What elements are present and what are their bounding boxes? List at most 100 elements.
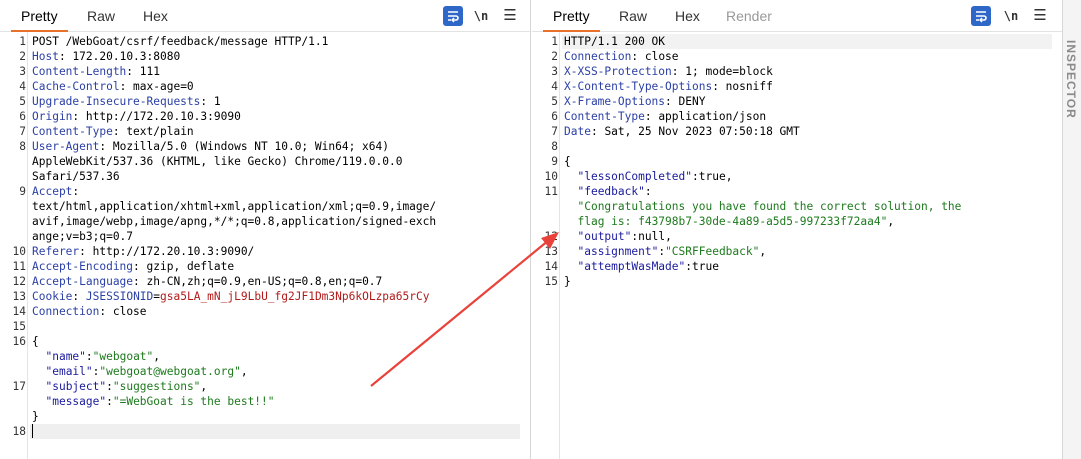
header-separator: : [79, 245, 86, 258]
header-name: Connection [564, 50, 632, 63]
json-key: "lessonCompleted" [577, 170, 692, 183]
json-colon: : [692, 170, 699, 183]
hamburger-menu-icon[interactable]: ☰ [502, 6, 518, 26]
header-name: Content-Type [32, 125, 113, 138]
json-key: "feedback" [577, 185, 645, 198]
json-literal: true [692, 260, 719, 273]
header-value: nosniff [718, 80, 773, 93]
code-line: "output":null, [564, 229, 1052, 244]
tab-raw[interactable]: Raw [77, 0, 125, 32]
code-line: Connection: close [564, 49, 1052, 64]
header-name: Origin [32, 110, 73, 123]
newline-toggle-button[interactable]: \n [1002, 6, 1020, 26]
json-string: "CSRFFeedback" [665, 245, 760, 258]
code-line: "lessonCompleted":true, [564, 169, 1052, 184]
code-line: X-Frame-Options: DENY [564, 94, 1052, 109]
line-number: 1 [19, 35, 26, 48]
code-line: Content-Type: application/json [564, 109, 1052, 124]
header-value: Sat, 25 Nov 2023 07:50:18 GMT [597, 125, 800, 138]
line-number: 11 [12, 260, 26, 273]
header-separator: : [133, 260, 140, 273]
json-comma: , [725, 170, 733, 183]
json-colon: : [85, 350, 93, 363]
cookie-name: JSESSIONID [85, 290, 154, 303]
code-line: Connection: close [32, 304, 520, 319]
line-number: 12 [12, 275, 26, 288]
header-separator: : [72, 185, 80, 198]
code-line: Referer: http://172.20.10.3:9090/ [32, 244, 520, 259]
code-line: X-Content-Type-Options: nosniff [564, 79, 1052, 94]
json-key: "name" [45, 350, 86, 363]
line-number: 6 [19, 110, 26, 123]
line-number: 8 [19, 140, 26, 153]
line-text: ange;v=b3;q=0.7 [32, 230, 134, 243]
header-value: 1; mode=block [678, 65, 773, 78]
wrap-lines-icon[interactable] [443, 6, 463, 26]
header-separator: : [644, 110, 652, 123]
line-number: 4 [19, 80, 26, 93]
line-number: 10 [544, 170, 558, 183]
wrap-lines-icon[interactable] [971, 6, 991, 26]
header-value: 172.20.10.3:8080 [65, 50, 181, 63]
line-text: Safari/537.36 [32, 170, 120, 183]
line-number: 2 [19, 50, 26, 63]
header-value: close [638, 50, 679, 63]
code-line: Cache-Control: max-age=0 [32, 79, 520, 94]
response-gutter: 1 2 3 4 5 6 7 8 9 10 11 12 13 14 15 [532, 32, 560, 459]
inspector-sidebar[interactable]: INSPECTOR [1063, 0, 1081, 459]
line-number: 7 [19, 125, 26, 138]
newline-toggle-button[interactable]: \n [472, 6, 490, 26]
line-number: 15 [12, 320, 26, 333]
header-value: http://172.20.10.3:9090 [79, 110, 241, 123]
tab-render[interactable]: Render [716, 0, 782, 32]
line-text: { [32, 335, 39, 348]
tab-raw[interactable]: Raw [609, 0, 657, 32]
json-colon: : [685, 260, 693, 273]
line-number: 12 [544, 230, 558, 243]
code-line: { [564, 154, 1052, 169]
header-name: Accept-Encoding [32, 260, 134, 273]
hamburger-menu-icon[interactable]: ☰ [1032, 6, 1048, 26]
line-text: } [32, 410, 39, 423]
json-colon: : [106, 380, 113, 393]
tab-pretty[interactable]: Pretty [543, 0, 600, 32]
json-key: "assignment" [577, 245, 659, 258]
header-value: gzip, deflate [139, 260, 235, 273]
request-editor[interactable]: 1 2 3 4 5 6 7 8 9 10 11 12 13 14 15 16 17 18 POST /WebGoa… [0, 32, 530, 459]
line-number: 1 [551, 35, 558, 48]
header-name: X-XSS-Protection [564, 65, 672, 78]
json-string: "Congratulations you have found the corr… [577, 200, 962, 213]
code-line: AppleWebKit/537.36 (KHTML, like Gecko) C… [32, 154, 520, 169]
header-name: X-Content-Type-Options [564, 80, 713, 93]
header-value: application/json [651, 110, 767, 123]
header-value: max-age=0 [126, 80, 194, 93]
json-string: "webgoat" [92, 350, 154, 363]
response-editor[interactable]: 1 2 3 4 5 6 7 8 9 10 11 12 13 14 15 HTTP/1.1 200 OK Con… [532, 32, 1062, 459]
line-number: 9 [551, 155, 558, 168]
tab-hex[interactable]: Hex [665, 0, 710, 32]
line-number: 5 [19, 95, 26, 108]
json-string: "suggestions" [112, 380, 201, 393]
tab-hex[interactable]: Hex [133, 0, 178, 32]
code-line: Safari/537.36 [32, 169, 520, 184]
json-colon: : [106, 395, 113, 408]
code-line: X-XSS-Protection: 1; mode=block [564, 64, 1052, 79]
line-number: 9 [19, 185, 26, 198]
header-name: Host [32, 50, 59, 63]
header-separator: : [671, 65, 679, 78]
header-name: Date [564, 125, 591, 138]
line-text: text/html,application/xhtml+xml,applicat… [32, 200, 437, 213]
header-name: Connection [32, 305, 100, 318]
line-text: { [564, 155, 571, 168]
tab-pretty[interactable]: Pretty [11, 0, 68, 32]
line-number: 13 [544, 245, 558, 258]
line-text: avif,image/webp,image/apng,*/*;q=0.8,app… [32, 215, 437, 228]
code-line: User-Agent: Mozilla/5.0 (Windows NT 10.0… [32, 139, 520, 154]
line-number: 2 [551, 50, 558, 63]
header-separator: : [665, 95, 672, 108]
line-number: 4 [551, 80, 558, 93]
json-comma: , [759, 245, 767, 258]
